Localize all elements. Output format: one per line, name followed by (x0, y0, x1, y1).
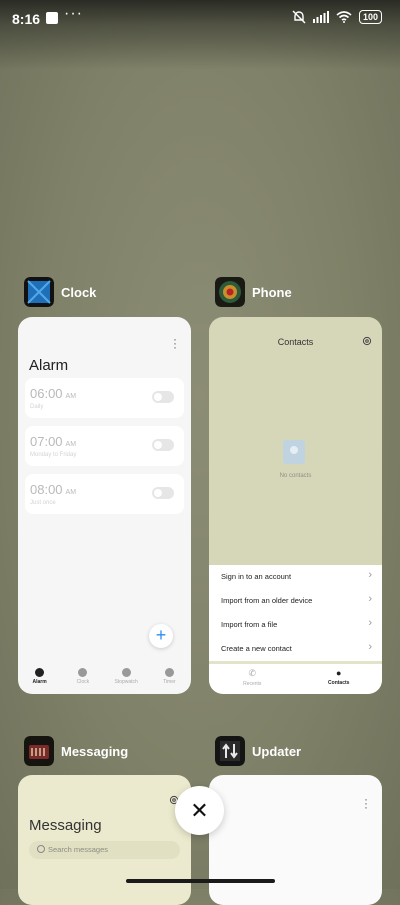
nav-recents: ✆ Recents (209, 664, 296, 694)
alarm-toggle (152, 487, 174, 499)
alarm-time: 06:00 (30, 386, 63, 401)
wifi-icon (336, 11, 352, 23)
contact-book-icon (283, 440, 305, 464)
app-name-clock: Clock (61, 284, 97, 300)
silent-bell-icon (292, 10, 306, 24)
app-header-messaging[interactable]: Messaging (24, 736, 128, 766)
messaging-app-card[interactable]: Messaging Search messages (18, 775, 191, 905)
option-import-file: Import from a file › (221, 617, 372, 629)
signal-icon (312, 11, 329, 23)
alarm-toggle (152, 391, 174, 403)
alarm-item: 08:00 AM Just once (25, 474, 184, 514)
alarm-ampm: AM (65, 489, 77, 496)
more-options-icon: · · · (173, 332, 177, 354)
option-create-contact: Create a new contact › (221, 641, 372, 653)
chevron-right-icon: › (368, 593, 372, 605)
person-icon: ● (336, 668, 342, 678)
option-import-older-device: Import from an older device › (221, 593, 372, 605)
app-name-updater: Updater (252, 743, 302, 759)
app-name-phone: Phone (252, 284, 292, 300)
search-icon (37, 845, 45, 853)
phone-app-card[interactable]: Contacts No contacts Sign in to an accou… (209, 317, 382, 694)
option-sign-in: Sign in to an account › (221, 569, 372, 581)
chevron-right-icon: › (368, 641, 372, 653)
add-alarm-button: + (149, 624, 173, 648)
alarm-icon (35, 668, 45, 677)
nav-contacts: ● Contacts (296, 664, 383, 694)
phone-handset-icon: ✆ (248, 668, 257, 678)
updater-app-card[interactable]: · · · (209, 775, 382, 905)
settings-gear-icon (362, 336, 372, 346)
alarm-repeat-label: Monday to Friday (30, 452, 77, 458)
hourglass-icon (164, 668, 174, 677)
notification-square-icon (46, 12, 58, 24)
phone-bottom-nav: ✆ Recents ● Contacts (209, 661, 382, 694)
status-bar: 8:16 ··· 100 (0, 0, 400, 36)
no-contacts-text: No contacts (279, 473, 312, 479)
alarm-ampm: AM (65, 393, 77, 400)
contacts-options-sheet: Sign in to an account › Import from an o… (209, 565, 382, 661)
alarm-item: 07:00 AM Monday to Friday (25, 426, 184, 466)
alarm-repeat-label: Daily (30, 404, 44, 410)
app-header-updater[interactable]: Updater (215, 736, 301, 766)
clock-app-icon[interactable] (24, 277, 54, 307)
alarm-screen-title: Alarm (29, 357, 69, 374)
chevron-right-icon: › (368, 617, 372, 629)
clock-icon (78, 668, 88, 677)
nav-clock: Clock (61, 664, 104, 694)
clock-bottom-nav: Alarm Clock Stopwatch Timer (18, 664, 191, 694)
search-messages-field: Search messages (29, 841, 180, 859)
alarm-time: 07:00 (30, 434, 63, 449)
chevron-right-icon: › (368, 569, 372, 581)
alarm-repeat-label: Just once (30, 500, 56, 506)
alarm-ampm: AM (65, 441, 77, 448)
alarm-item: 06:00 AM Daily (25, 378, 184, 418)
status-time: 8:16 (12, 11, 41, 27)
home-gesture-bar[interactable] (126, 879, 275, 883)
phone-app-icon[interactable] (215, 277, 245, 307)
battery-icon: 100 (358, 10, 382, 24)
status-icons: 100 (292, 10, 382, 24)
nav-timer: Timer (148, 664, 191, 694)
alarm-toggle (152, 439, 174, 451)
stopwatch-icon (121, 668, 131, 677)
clock-app-card[interactable]: · · · Alarm 06:00 AM Daily 07:00 AM Monday t… (18, 317, 191, 694)
messaging-title: Messaging (29, 817, 102, 834)
app-name-messaging: Messaging (61, 743, 129, 759)
updater-app-icon[interactable] (215, 736, 245, 766)
more-options-icon: · · · (364, 792, 368, 814)
contacts-title: Contacts (277, 337, 314, 347)
app-header-phone[interactable]: Phone (215, 277, 292, 307)
nav-alarm: Alarm (18, 664, 61, 694)
clear-all-button[interactable]: ✕ (175, 786, 224, 835)
alarm-time: 08:00 (30, 482, 63, 497)
nav-stopwatch: Stopwatch (105, 664, 148, 694)
messaging-app-icon[interactable] (24, 736, 54, 766)
app-header-clock[interactable]: Clock (24, 277, 96, 307)
more-notifications-icon: ··· (64, 5, 83, 22)
